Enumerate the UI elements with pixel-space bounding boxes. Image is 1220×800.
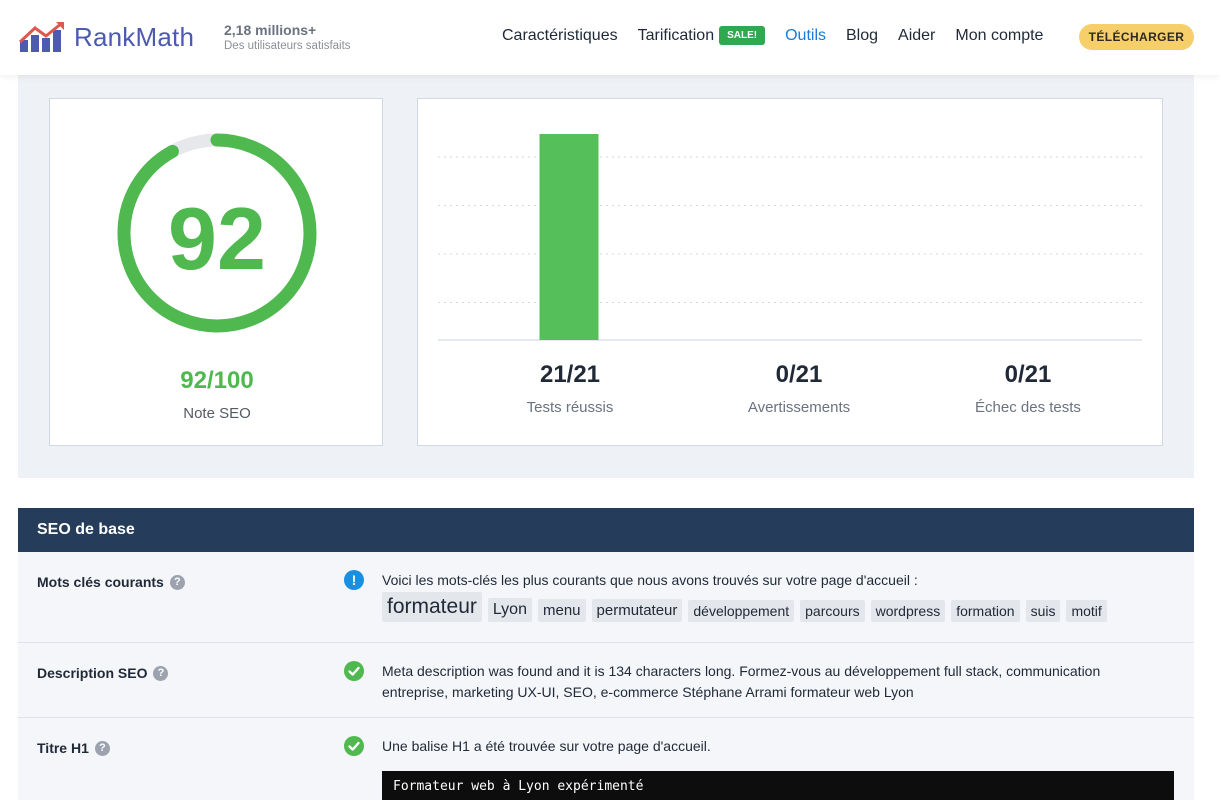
keyword-tag: parcours (800, 600, 865, 622)
nav-caracteristiques[interactable]: Caractéristiques (502, 27, 618, 45)
stat-failed-value: 0/21 (1004, 361, 1052, 388)
rankmath-logo-icon (18, 22, 64, 52)
row-text-h1: Une balise H1 a été trouvée sur votre pa… (382, 738, 711, 754)
stat-passed-value: 21/21 (539, 361, 601, 388)
users-subtitle: Des utilisateurs satisfaits (224, 40, 351, 52)
sale-badge: SALE! (719, 26, 766, 45)
stat-warnings-label: Avertissements (747, 399, 851, 416)
keyword-tag: formateur (382, 592, 482, 622)
keyword-tag: développement (688, 600, 795, 622)
keyword-tag: wordpress (870, 600, 946, 622)
nav-tarification[interactable]: Tarification (638, 27, 714, 44)
stat-passed: 21/21 Tests réussis (470, 361, 670, 416)
score-fraction: 92/100 (180, 367, 254, 394)
seo-row-h1: Titre H1? Une balise H1 a été trouvée su… (18, 718, 1194, 800)
nav-blog[interactable]: Blog (846, 27, 878, 45)
stat-failed: 0/21 Échec des tests (928, 361, 1128, 416)
chart-bar-0 (539, 134, 599, 340)
row-text-keywords: Voici les mots-clés les plus courants qu… (382, 572, 918, 588)
seo-section-header: SEO de base (18, 508, 1194, 552)
check-icon (344, 736, 364, 756)
nav-outils[interactable]: Outils (785, 27, 826, 45)
h1-code-box: Formateur web à Lyon expérimenté (382, 771, 1174, 800)
score-section: 92 92/100 Note SEO 21/21 Tests réussis 0… (18, 75, 1194, 478)
seo-score-card: 92 92/100 Note SEO (49, 98, 383, 446)
help-icon[interactable]: ? (153, 665, 169, 681)
nav-aider[interactable]: Aider (898, 27, 935, 45)
seo-row-description: Description SEO? Meta description was fo… (18, 643, 1194, 718)
keyword-tag: motif (1066, 600, 1107, 622)
info-icon: ! (344, 570, 364, 590)
main-nav: Caractéristiques Tarification SALE! Outil… (502, 26, 1043, 45)
score-value: 92 (168, 189, 266, 288)
stat-passed-label: Tests réussis (526, 399, 614, 416)
help-icon[interactable]: ? (94, 740, 110, 756)
row-label-keywords: Mots clés courants? (37, 574, 185, 590)
stat-failed-label: Échec des tests (975, 399, 1081, 416)
row-label-description: Description SEO? (37, 665, 169, 681)
users-count: 2,18 millions+ (224, 22, 317, 38)
tests-summary-card: 21/21 Tests réussis 0/21 Avertissements … (417, 98, 1163, 446)
help-icon[interactable]: ? (169, 574, 185, 590)
keyword-tag: permutateur (591, 599, 683, 622)
seo-score-gauge: 92 (117, 133, 317, 333)
score-label: Note SEO (183, 405, 251, 422)
stat-warnings: 0/21 Avertissements (699, 361, 899, 416)
rankmath-logo[interactable]: RankMath (18, 20, 194, 54)
keyword-tag: Lyon (487, 598, 532, 622)
tests-bar-chart (438, 134, 1142, 341)
keyword-tag: menu (537, 599, 586, 622)
nav-tarification-wrap[interactable]: Tarification SALE! (638, 26, 766, 45)
keyword-tags: formateur Lyon menu permutateur développ… (382, 592, 1107, 622)
keyword-tag: suis (1025, 600, 1061, 622)
logo-text: RankMath (74, 21, 195, 52)
stat-warnings-value: 0/21 (775, 361, 823, 388)
nav-mon-compte[interactable]: Mon compte (955, 27, 1043, 45)
users-count-block: 2,18 millions+ Des utilisateurs satisfai… (224, 22, 351, 52)
download-button[interactable]: TÉLÉCHARGER (1079, 24, 1194, 50)
check-icon (344, 661, 364, 681)
keyword-tag: formation (951, 600, 1020, 622)
row-text-description: Meta description was found and it is 134… (382, 663, 1101, 700)
seo-row-keywords: Mots clés courants? ! Voici les mots-clé… (18, 552, 1194, 643)
site-header: RankMath 2,18 millions+ Des utilisateurs… (0, 0, 1220, 75)
row-label-h1: Titre H1? (37, 740, 110, 756)
